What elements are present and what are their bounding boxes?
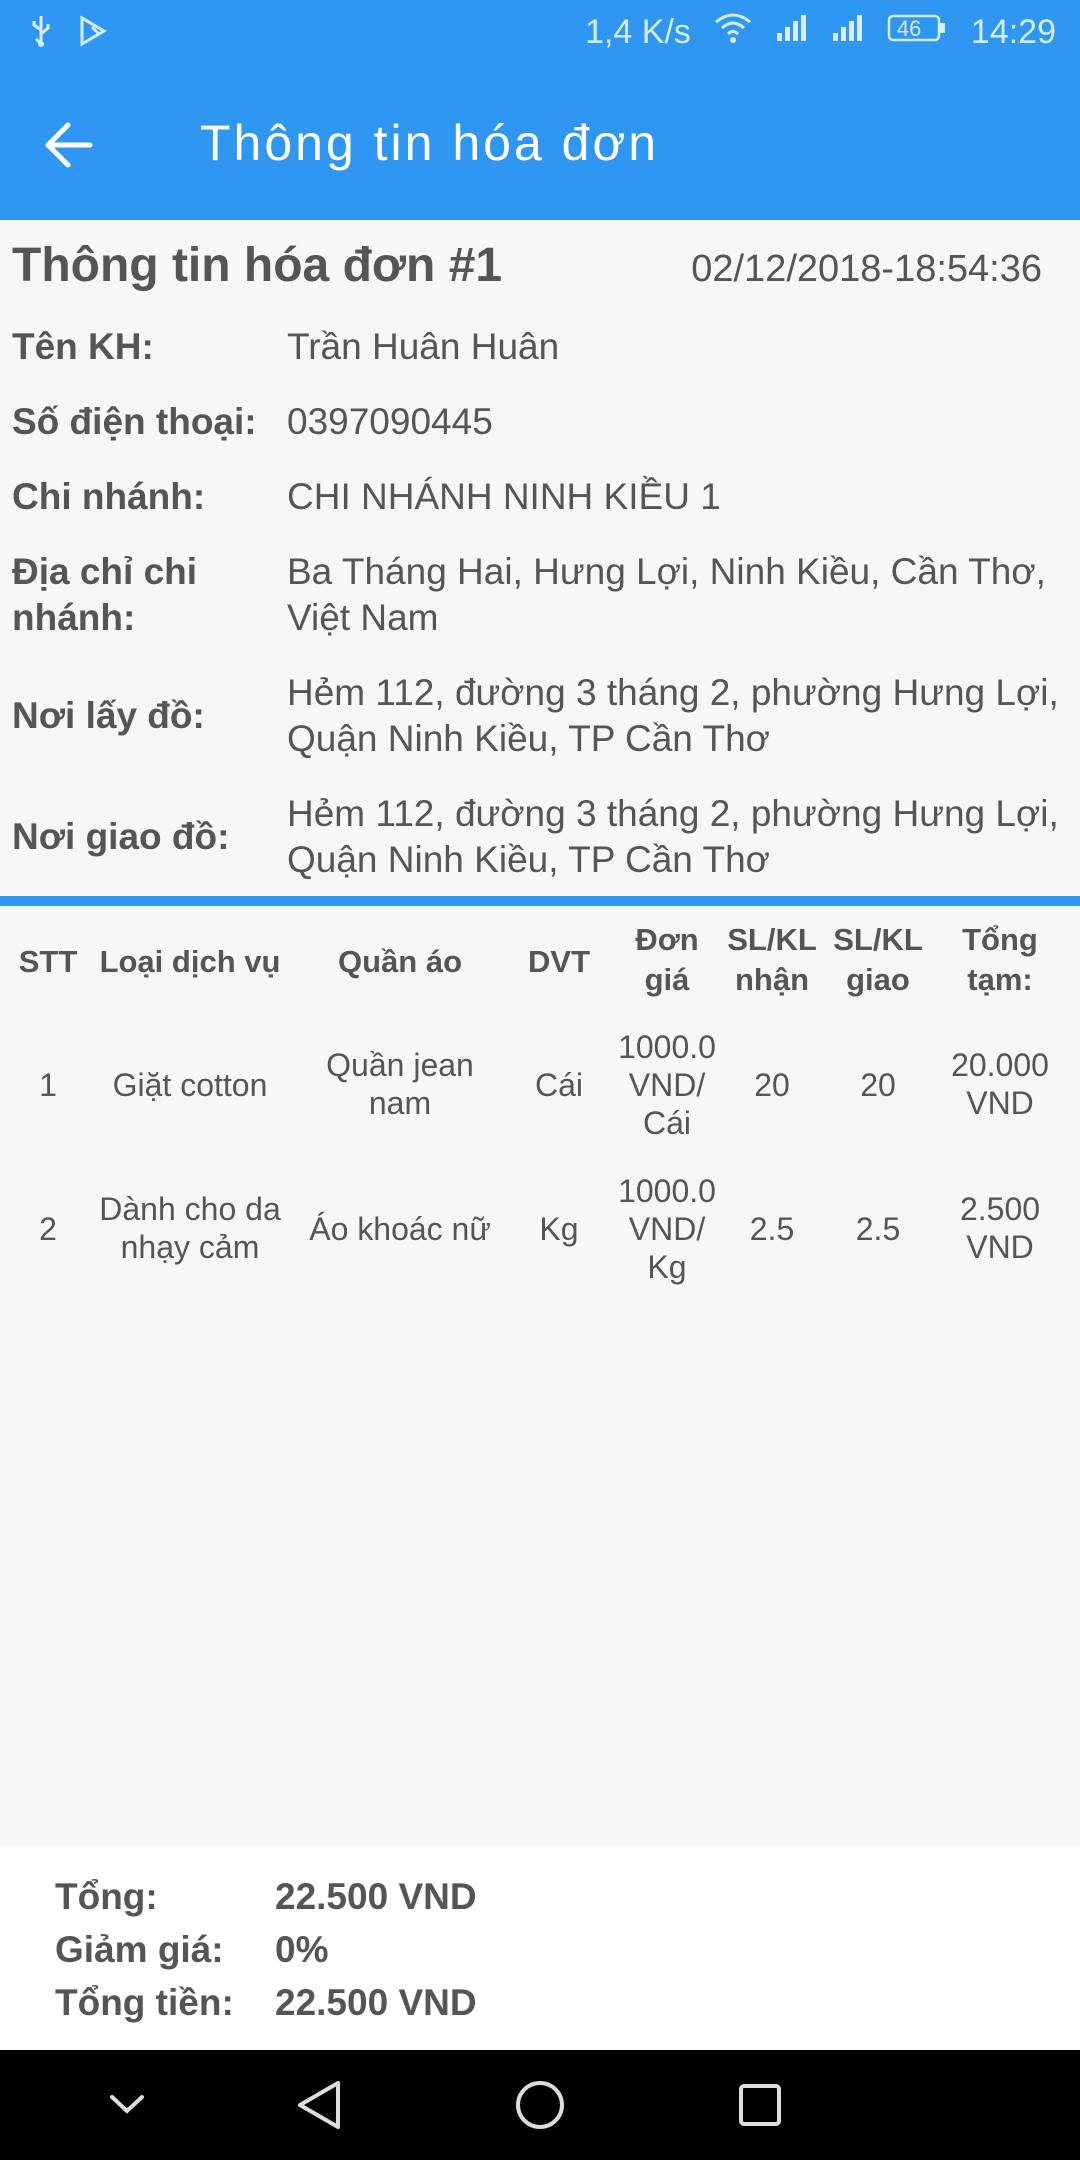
field-value: Hẻm 112, đường 3 tháng 2, phường Hưng Lợ… (287, 793, 1059, 880)
summary-grand-total: Tổng tiền: 22.500 VND (55, 1982, 477, 2024)
column-header: SL/KL giao (833, 922, 923, 997)
table-cell: Kg (539, 1211, 579, 1247)
field-value: 0397090445 (287, 401, 493, 442)
hide-keyboard-button[interactable] (92, 2075, 162, 2135)
table-cell: 2.5 (855, 1211, 901, 1247)
table-cell: 2.500 VND (959, 1191, 1041, 1265)
summary-label: Tổng tiền: (55, 1982, 234, 2023)
field-label: Nơi giao đồ: (12, 816, 230, 857)
table-cell: 2.5 (749, 1211, 795, 1247)
usb-icon (28, 14, 54, 53)
network-speed: 1,4 K/s (585, 13, 691, 51)
table-cell: 1000.0 VND/ Kg (618, 1173, 716, 1285)
table-cell: 20 (860, 1067, 896, 1103)
nav-back-button[interactable] (285, 2075, 355, 2135)
field-label: Chi nhánh: (12, 476, 206, 517)
signal-icon (831, 13, 865, 52)
nav-home-button[interactable] (505, 2075, 575, 2135)
arrow-left-icon (45, 122, 93, 168)
field-label: Địa chỉ chi nhánh: (12, 551, 198, 638)
recents-square-icon (739, 2084, 781, 2126)
back-button[interactable] (40, 115, 120, 175)
clock: 14:29 (970, 13, 1056, 51)
field-label: Số điện thoại: (12, 401, 257, 442)
table-cell: 2 (39, 1211, 57, 1247)
field-value: Trần Huân Huân (287, 326, 560, 367)
section-divider (0, 896, 1080, 906)
battery-icon: 46 (887, 13, 949, 52)
field-label: Tên KH: (12, 326, 154, 367)
table-cell: Áo khoác nữ (309, 1211, 491, 1247)
field-value: Ba Tháng Hai, Hưng Lợi, Ninh Kiều, Cần T… (287, 551, 1046, 638)
page-title: Thông tin hóa đơn (200, 115, 660, 171)
play-store-icon (78, 15, 108, 52)
summary-total: Tổng: 22.500 VND (55, 1876, 477, 1918)
invoice-datetime: 02/12/2018-18:54:36 (691, 248, 1042, 290)
column-header: Loại dịch vụ (99, 944, 281, 979)
table-cell: 20.000 VND (951, 1047, 1049, 1121)
system-nav-bar (0, 2050, 1080, 2160)
column-header: STT (18, 944, 78, 979)
table-cell: 1 (39, 1067, 57, 1103)
column-header: Tổng tạm: (962, 922, 1038, 997)
status-bar: 1,4 K/s 46 14:29 (0, 0, 1080, 70)
column-header: Đơn giá (635, 922, 699, 997)
app-bar: Thông tin hóa đơn (0, 70, 1080, 220)
table-cell: 20 (754, 1067, 790, 1103)
table-cell: Quần jean nam (326, 1047, 474, 1121)
field-value: Hẻm 112, đường 3 tháng 2, phường Hưng Lợ… (287, 672, 1059, 759)
field-label: Nơi lấy đồ: (12, 695, 205, 736)
home-circle-icon (516, 2081, 564, 2129)
chevron-down-icon (110, 2095, 144, 2114)
field-value: CHI NHÁNH NINH KIỀU 1 (287, 476, 721, 517)
nav-recents-button[interactable] (725, 2075, 795, 2135)
table-cell: Cái (534, 1067, 583, 1103)
summary-value: 0% (275, 1929, 329, 1970)
column-header: Quần áo (337, 944, 462, 979)
battery-level: 46 (896, 16, 922, 41)
summary-label: Giảm giá: (55, 1929, 224, 1970)
column-header: DVT (528, 944, 590, 979)
invoice-summary: Tổng: 22.500 VND Giảm giá: 0% Tổng tiền: 22… (0, 1846, 1080, 2050)
column-header: SL/KL nhận (727, 922, 817, 997)
table-cell: Dành cho da nhạy cảm (99, 1191, 281, 1265)
back-triangle-icon (298, 2081, 340, 2129)
invoice-heading: Thông tin hóa đơn #1 (12, 239, 503, 292)
table-cell: Giặt cotton (112, 1067, 268, 1103)
wifi-icon (713, 12, 753, 53)
signal-icon (775, 13, 809, 52)
summary-discount: Giảm giá: 0% (55, 1929, 328, 1971)
summary-label: Tổng: (55, 1876, 158, 1917)
summary-value: 22.500 VND (275, 1982, 477, 2023)
summary-value: 22.500 VND (275, 1876, 477, 1917)
table-cell: 1000.0 VND/ Cái (618, 1029, 716, 1141)
